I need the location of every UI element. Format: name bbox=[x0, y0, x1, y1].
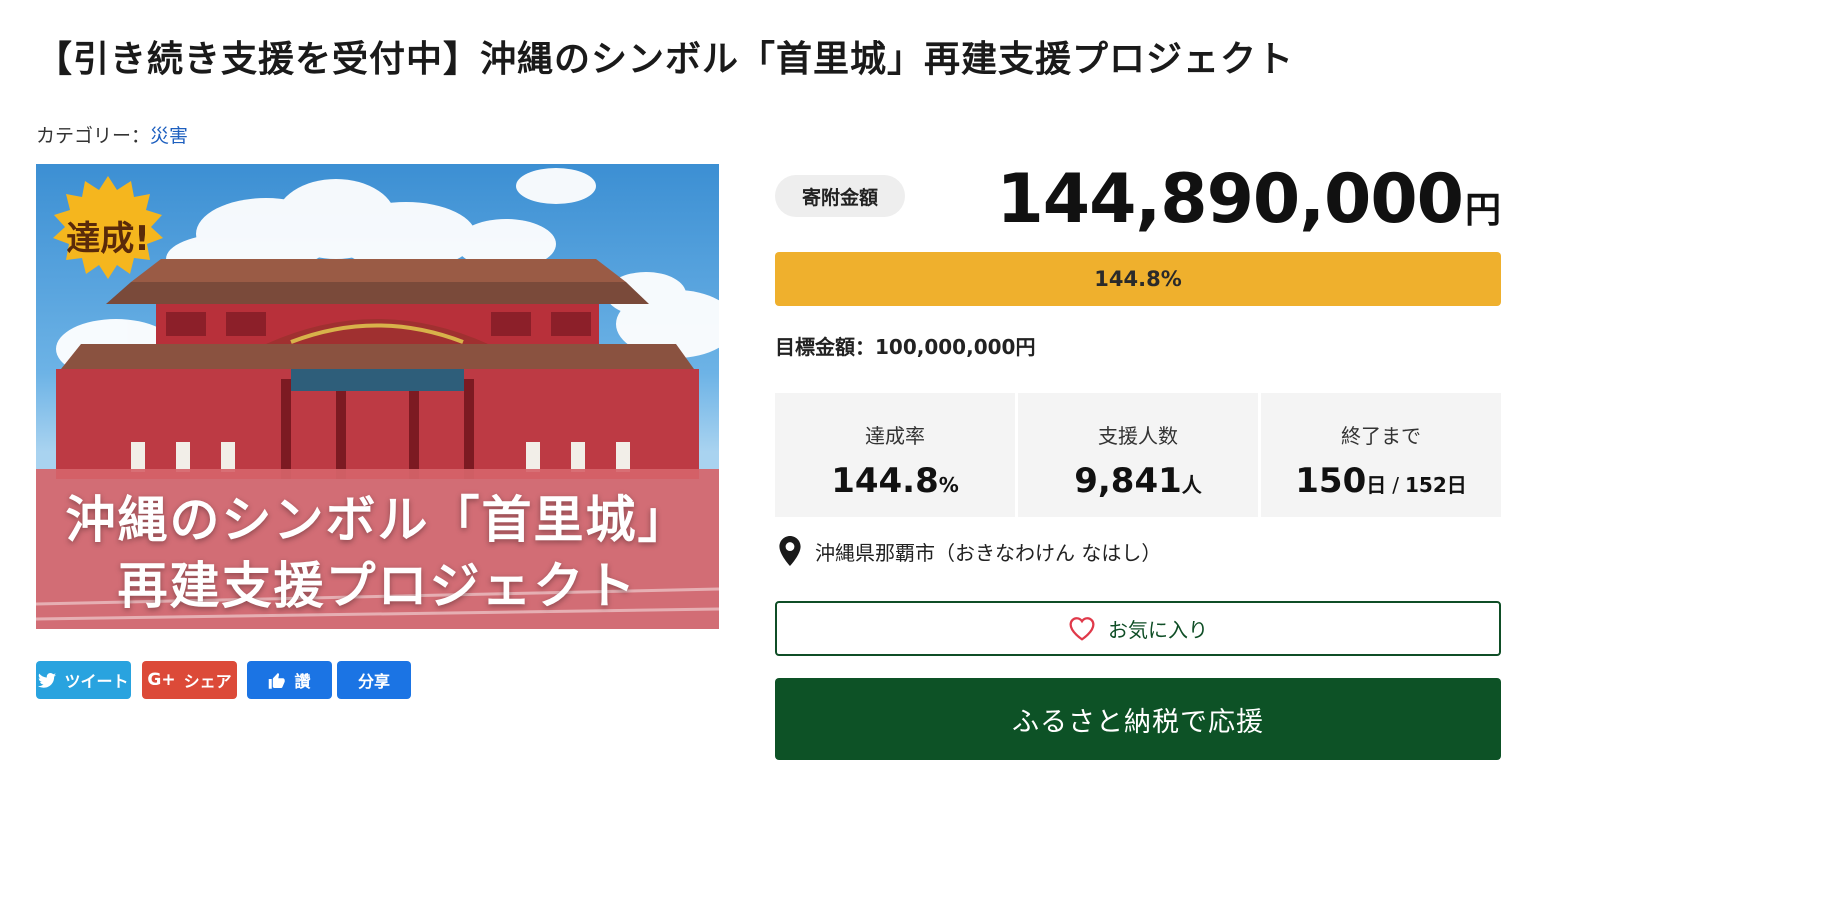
stat-label: 終了まで bbox=[1341, 424, 1421, 448]
stat-label: 達成率 bbox=[865, 424, 925, 448]
map-pin-icon bbox=[779, 536, 801, 566]
tweet-label: ツイート bbox=[64, 672, 129, 691]
donate-button[interactable]: ふるさと納税で応援 bbox=[775, 678, 1501, 760]
page-title: 【引き続き支援を受付中】沖縄のシンボル「首里城」再建支援プロジェクト bbox=[36, 39, 1295, 80]
hero-caption-line2: 再建支援プロジェクト bbox=[117, 557, 638, 615]
location: 沖縄県那覇市（おきなわけん なはし） bbox=[779, 536, 1161, 566]
twitter-icon bbox=[38, 672, 57, 688]
stat-supporters: 支援人数 9,841人 bbox=[1018, 393, 1258, 517]
donation-amount-unit: 円 bbox=[1464, 190, 1501, 231]
category-link[interactable]: 災害 bbox=[150, 125, 188, 147]
stat-label: 支援人数 bbox=[1098, 424, 1178, 448]
category-prefix: カテゴリー： bbox=[36, 125, 151, 147]
tweet-button[interactable]: ツイート bbox=[36, 661, 131, 699]
donation-amount: 144,890,000円 bbox=[996, 160, 1501, 239]
stat-achievement-rate: 達成率 144.8% bbox=[775, 393, 1015, 517]
thumbs-up-icon bbox=[269, 672, 286, 689]
hero-caption-line1: 沖縄のシンボル「首里城」 bbox=[65, 491, 690, 549]
gplus-label: シェア bbox=[183, 672, 232, 691]
goal-amount: 目標金額：100,000,000円 bbox=[775, 335, 1036, 359]
stat-value: 144.8% bbox=[831, 461, 959, 501]
gplus-icon: G+ bbox=[147, 670, 176, 690]
facebook-like-button[interactable]: 讚 bbox=[247, 661, 332, 699]
stat-value: 9,841人 bbox=[1074, 461, 1202, 501]
gplus-share-button[interactable]: G+ シェア bbox=[142, 661, 237, 699]
donate-label: ふるさと納税で応援 bbox=[1012, 706, 1264, 738]
progress-bar: 144.8% bbox=[775, 252, 1501, 306]
stats-panel: 達成率 144.8% 支援人数 9,841人 終了まで 150日/152日 bbox=[775, 393, 1501, 517]
fb-share-label: 分享 bbox=[357, 672, 390, 691]
category-line: カテゴリー：災害 bbox=[36, 121, 188, 148]
facebook-share-button[interactable]: 分享 bbox=[337, 661, 411, 699]
favorite-label: お気に入り bbox=[1108, 618, 1208, 642]
location-text: 沖縄県那覇市（おきなわけん なはし） bbox=[815, 540, 1162, 565]
project-image: 達成! 沖縄のシンボル「首里城」 再建支援プロジェクト bbox=[36, 164, 719, 629]
donation-amount-label: 寄附金額 bbox=[775, 175, 905, 217]
heart-icon bbox=[1069, 617, 1095, 641]
progress-label: 144.8% bbox=[1094, 267, 1182, 291]
achieved-badge: 達成! bbox=[66, 219, 150, 259]
stat-remaining-days: 終了まで 150日/152日 bbox=[1261, 393, 1501, 517]
favorite-button[interactable]: お気に入り bbox=[775, 601, 1501, 656]
stat-value: 150日/152日 bbox=[1295, 461, 1467, 501]
donation-amount-value: 144,890,000 bbox=[996, 160, 1463, 239]
like-label: 讚 bbox=[294, 672, 311, 691]
